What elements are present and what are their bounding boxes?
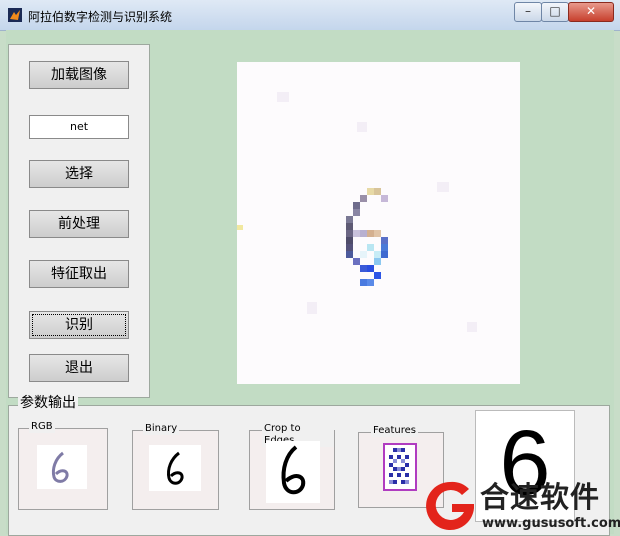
control-panel: 加载图像 net 选择 前处理 特征取出 识别 退出 [8,44,150,398]
matlab-icon [8,8,22,22]
feature-matrix-image [383,443,417,491]
preprocess-button[interactable]: 前处理 [29,210,129,238]
features-thumbnail [383,443,417,491]
input-image-axes [237,62,520,384]
select-button[interactable]: 选择 [29,160,129,188]
rgb-label: RGB [29,421,55,433]
watermark-url: www.gususoft.com [482,516,620,531]
binary-digit-image [167,451,184,485]
rgb-thumbnail [37,445,87,489]
restore-icon: □ [549,4,561,18]
output-panel-legend: 参数输出 [18,394,78,412]
window-title: 阿拉伯数字检测与识别系统 [28,10,173,24]
title-bar: 阿拉伯数字检测与识别系统 – □ ✕ [0,0,620,31]
method-field[interactable]: net [29,115,129,139]
close-button[interactable]: ✕ [568,2,614,22]
watermark-text: 合速软件 [480,480,601,514]
crop-digit-image [281,445,306,495]
minimize-icon: – [525,4,531,18]
rgb-digit-image [51,451,69,483]
exit-button[interactable]: 退出 [29,354,129,382]
window-controls: – □ ✕ [514,2,614,22]
crop-thumbnail [266,441,320,503]
feature-extract-button[interactable]: 特征取出 [29,260,129,288]
watermark-logo-icon [426,481,474,530]
rgb-panel: RGB [18,421,108,510]
maximize-button[interactable]: □ [541,2,569,22]
minimize-button[interactable]: – [514,2,542,22]
features-label: Features [371,425,418,437]
crop-panel: Crop to Edges [249,423,335,510]
load-image-button[interactable]: 加载图像 [29,61,129,89]
recognize-button[interactable]: 识别 [29,311,129,339]
binary-thumbnail [149,445,201,491]
handwritten-digit-image [237,92,477,332]
binary-panel: Binary [132,423,219,510]
close-icon: ✕ [585,4,597,18]
binary-label: Binary [143,423,180,435]
